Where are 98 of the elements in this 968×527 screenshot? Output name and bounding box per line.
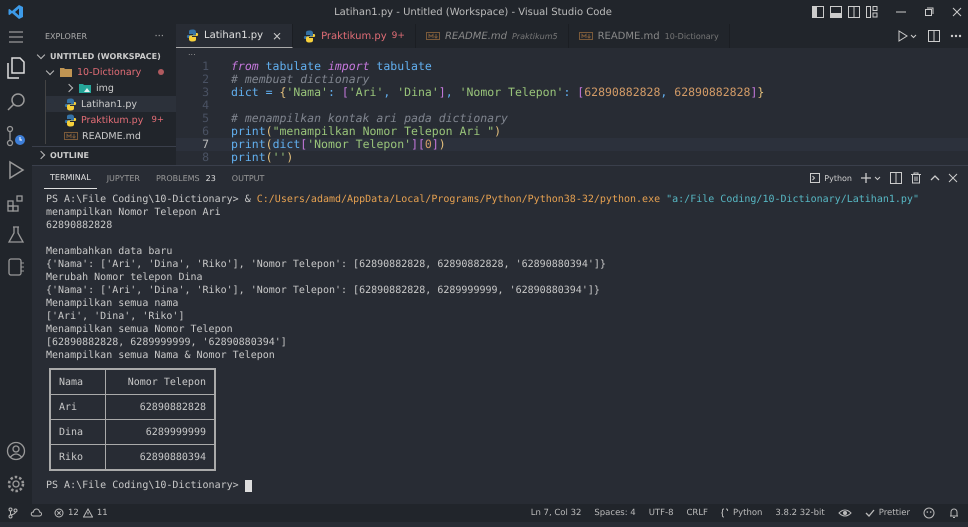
folder-item[interactable]: 10-Dictionary xyxy=(32,64,176,80)
panel-tab[interactable]: TERMINAL xyxy=(44,167,97,189)
markdown-file-icon xyxy=(64,131,78,141)
close-icon[interactable] xyxy=(952,7,962,17)
problem-count: 9+ xyxy=(151,115,164,125)
language-mode[interactable]: Python xyxy=(720,508,762,518)
error-count[interactable]: 12 xyxy=(68,508,79,518)
source-control-icon[interactable] xyxy=(5,125,27,147)
editor-tab[interactable]: Praktikum.py 9+ xyxy=(293,24,416,48)
check-icon xyxy=(864,508,875,518)
terminal-line: 62890882828 xyxy=(46,219,114,232)
indentation[interactable]: Spaces: 4 xyxy=(594,508,636,518)
editor-tab[interactable]: Latihan1.py × xyxy=(176,24,294,48)
terminal-line: Merubah Nomor telepon Dina xyxy=(46,271,204,284)
notebook-icon[interactable] xyxy=(7,257,25,277)
branch-icon[interactable] xyxy=(8,507,18,519)
terminal-line: Menampilkan semua Nomor Telepon xyxy=(46,323,234,336)
image-folder-icon xyxy=(78,82,92,94)
toggle-panel-icon[interactable] xyxy=(830,6,842,18)
python-file-icon xyxy=(303,30,316,42)
braces-icon xyxy=(720,508,729,518)
restore-icon[interactable] xyxy=(924,7,934,17)
window-title: Latihan1.py - Untitled (Workspace) - Visual Studio Code xyxy=(334,6,612,18)
layout-icon[interactable] xyxy=(866,6,878,18)
table-header: Nama xyxy=(50,369,106,394)
terminal-line: Menampilkan semua nama xyxy=(46,297,180,310)
outline-header[interactable]: OUTLINE xyxy=(32,146,176,163)
split-layout-icon[interactable] xyxy=(848,6,860,18)
breadcrumb[interactable]: ... xyxy=(188,48,196,57)
code-line: dict = {'Nama': ['Ari', 'Dina'], 'Nomor Telepon': [62890882828, 62890882828]} xyxy=(231,86,764,99)
terminal-icon xyxy=(810,173,820,183)
terminal-selector[interactable]: Python xyxy=(810,173,852,183)
python-file-icon xyxy=(64,114,77,126)
code-line: print("menampilkan Nomor Telepon Ari ") xyxy=(231,125,502,138)
panel-tab[interactable]: PROBLEMS 23 xyxy=(150,168,222,188)
bell-icon[interactable] xyxy=(948,507,960,519)
file-item[interactable]: README.md xyxy=(45,128,176,144)
maximize-panel-icon[interactable] xyxy=(930,174,940,182)
code-line: print('') xyxy=(231,151,294,164)
more-icon[interactable] xyxy=(950,34,962,38)
markdown-file-icon xyxy=(578,31,593,41)
terminal-line: {'Nama': ['Ari', 'Dina', 'Riko'], 'Nomor Telepon': [62890882828, 6289999999, '62890880394']} xyxy=(46,284,601,297)
markdown-file-icon xyxy=(426,31,440,41)
editor-tab[interactable]: README.md Praktikum5 xyxy=(416,24,569,48)
warning-icon[interactable] xyxy=(82,508,93,518)
warning-count[interactable]: 11 xyxy=(96,508,108,518)
app-logo-icon xyxy=(8,4,24,20)
file-item[interactable]: Praktikum.py 9+ xyxy=(45,112,176,128)
table-cell: Dina xyxy=(50,420,106,444)
code-line: print(dict['Nomor Telepon'][0]) xyxy=(231,138,446,151)
close-icon[interactable] xyxy=(948,173,958,183)
run-icon[interactable] xyxy=(898,30,918,42)
python-file-icon xyxy=(186,29,199,42)
split-editor-icon[interactable] xyxy=(928,30,940,42)
panel-tab[interactable]: JUPYTER xyxy=(100,168,146,188)
close-tab-button[interactable]: × xyxy=(272,28,282,42)
terminal-line: menampilkan Nomor Telepon Ari xyxy=(46,206,222,219)
terminal-prompt: PS A:\File Coding\10-Dictionary> xyxy=(46,479,240,492)
files-icon[interactable] xyxy=(6,57,26,79)
more-actions-button[interactable]: ··· xyxy=(154,30,164,42)
terminal-line: Menambahkan data baru xyxy=(46,245,174,258)
search-icon[interactable] xyxy=(6,92,26,112)
modified-dot-icon xyxy=(158,69,164,75)
file-item[interactable]: Latihan1.py xyxy=(45,96,176,112)
editor-tab[interactable]: README.md 10-Dictionary xyxy=(568,24,730,48)
interpreter-version[interactable]: 3.8.2 32-bit xyxy=(775,508,825,518)
code-line: # membuat dictionary xyxy=(231,73,370,86)
cursor-position[interactable]: Ln 7, Col 32 xyxy=(530,508,582,518)
workspace-header[interactable]: UNTITLED (WORKSPACE) xyxy=(32,48,176,64)
settings-icon[interactable] xyxy=(6,474,26,494)
panel-tab[interactable]: OUTPUT xyxy=(226,168,270,188)
folder-icon xyxy=(59,66,73,78)
line-ending[interactable]: CRLF xyxy=(686,508,708,518)
split-terminal-icon[interactable] xyxy=(890,172,902,184)
feedback-icon[interactable] xyxy=(923,507,935,519)
error-icon[interactable] xyxy=(54,508,64,518)
new-terminal-icon[interactable] xyxy=(860,172,882,184)
explorer-title: EXPLORER xyxy=(45,32,87,40)
terminal-line: Menampilkan semua Nama & Nomor Telepon xyxy=(46,349,276,362)
encoding[interactable]: UTF-8 xyxy=(648,508,674,518)
flask-icon[interactable] xyxy=(7,226,25,244)
terminal-line: ['Ari', 'Dina', 'Riko'] xyxy=(46,310,186,323)
account-icon[interactable] xyxy=(6,441,26,461)
eye-icon[interactable] xyxy=(838,508,852,518)
toggle-sidebar-icon[interactable] xyxy=(812,6,824,18)
terminal-line: [62890882828, 6289999999, '62890880394'] xyxy=(46,336,288,349)
code-line: # menampilkan kontak ari pada dictionary xyxy=(231,112,508,125)
cursor xyxy=(244,480,252,492)
line-number: 7 xyxy=(201,138,210,151)
cloud-icon[interactable] xyxy=(30,508,42,518)
terminal-line: PS A:\File Coding\10-Dictionary> & C:/Users/adamd/AppData/Local/Programs/Python/Python38-32/python.exe "a:/File Coding/10-Dictionary/Latihan1.py" xyxy=(46,193,920,206)
formatter-status[interactable]: Prettier xyxy=(864,508,910,518)
table-cell: Ari xyxy=(50,394,106,420)
trash-icon[interactable] xyxy=(910,172,922,184)
menu-icon[interactable] xyxy=(8,30,24,44)
code-line: from tabulate import tabulate xyxy=(231,60,432,73)
python-file-icon xyxy=(64,98,77,110)
terminal-line: {'Nama': ['Ari', 'Dina', 'Riko'], 'Nomor Telepon': [62890882828, 62890882828, '62890880394']} xyxy=(46,258,607,271)
